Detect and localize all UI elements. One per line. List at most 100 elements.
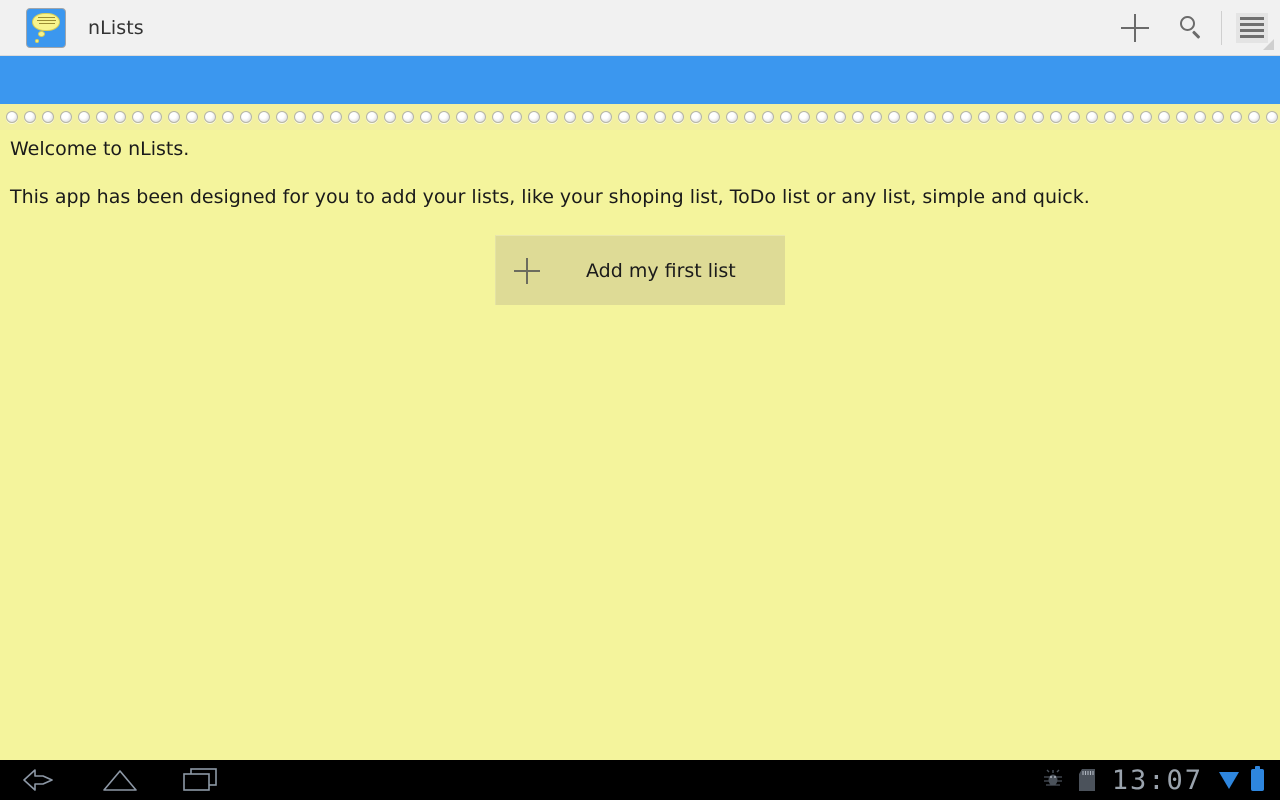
action-bar: nLists — [0, 0, 1280, 56]
recent-apps-icon — [182, 767, 218, 793]
app-description-text: This app has been designed for you to ad… — [10, 186, 1090, 208]
hole-punch — [528, 111, 540, 123]
back-button[interactable] — [0, 760, 80, 800]
thought-bubble-shape — [32, 12, 60, 31]
system-navigation-bar: 13:07 — [0, 760, 1280, 800]
search-icon — [1178, 15, 1204, 41]
battery-icon — [1251, 766, 1264, 791]
hole-punch — [564, 111, 576, 123]
hole-punch — [1014, 111, 1026, 123]
notepad-hole-punch-strip — [0, 104, 1280, 130]
hole-punch — [402, 111, 414, 123]
hole-punch — [42, 111, 54, 123]
action-bar-divider — [1221, 10, 1222, 45]
hole-punch — [204, 111, 216, 123]
hole-punch — [1122, 111, 1134, 123]
hole-punch — [258, 111, 270, 123]
hole-punch — [384, 111, 396, 123]
hamburger-menu-icon — [1236, 12, 1274, 50]
hole-punch — [906, 111, 918, 123]
hole-punch — [780, 111, 792, 123]
sd-card-icon — [1078, 768, 1096, 792]
hole-punch — [834, 111, 846, 123]
hole-punch — [150, 111, 162, 123]
nlists-app-icon — [26, 7, 66, 48]
hole-punch — [1140, 111, 1152, 123]
hole-punch — [960, 111, 972, 123]
back-arrow-icon — [23, 769, 57, 791]
hole-punch — [816, 111, 828, 123]
add-first-list-label: Add my first list — [586, 259, 736, 282]
menu-corner-triangle-icon — [1263, 38, 1274, 50]
hole-punch — [654, 111, 666, 123]
hole-punch — [186, 111, 198, 123]
blue-header-strip — [0, 56, 1280, 104]
bubble-dot-small — [35, 38, 39, 43]
plus-icon — [1121, 13, 1149, 42]
bubble-dot-large — [38, 30, 45, 37]
add-list-action[interactable] — [1107, 0, 1163, 56]
hole-punch — [330, 111, 342, 123]
wifi-icon — [1219, 771, 1239, 789]
search-action[interactable] — [1163, 0, 1219, 56]
android-bug-icon — [1042, 769, 1064, 791]
hole-punch — [96, 111, 108, 123]
overflow-menu-action[interactable] — [1224, 0, 1280, 56]
home-button[interactable] — [80, 760, 160, 800]
hole-punch — [546, 111, 558, 123]
hole-punch — [1032, 111, 1044, 123]
hole-punch — [1176, 111, 1188, 123]
hole-punch — [798, 111, 810, 123]
hole-punch — [60, 111, 72, 123]
hole-punch — [690, 111, 702, 123]
hole-punch — [222, 111, 234, 123]
home-icon — [102, 769, 138, 791]
hole-punch — [672, 111, 684, 123]
plus-icon — [514, 257, 540, 284]
hole-punch — [366, 111, 378, 123]
status-icons-area[interactable]: 13:07 — [1028, 760, 1280, 800]
hole-punch — [870, 111, 882, 123]
hole-punch — [924, 111, 936, 123]
hole-punch — [24, 111, 36, 123]
hole-punch — [762, 111, 774, 123]
hole-punch — [582, 111, 594, 123]
hole-punch — [420, 111, 432, 123]
hole-punch — [618, 111, 630, 123]
hole-punch — [6, 111, 18, 123]
hole-punch — [1050, 111, 1062, 123]
hole-punch — [1230, 111, 1242, 123]
hole-punch — [942, 111, 954, 123]
hole-punch — [492, 111, 504, 123]
hole-punch — [1248, 111, 1260, 123]
welcome-heading: Welcome to nLists. — [10, 138, 190, 160]
hole-punch — [1194, 111, 1206, 123]
hole-punch — [348, 111, 360, 123]
hole-punch — [276, 111, 288, 123]
hole-punch — [636, 111, 648, 123]
hole-punch — [1068, 111, 1080, 123]
hole-punch — [708, 111, 720, 123]
hole-punch — [78, 111, 90, 123]
hole-punch — [1086, 111, 1098, 123]
hole-punch — [1212, 111, 1224, 123]
status-clock: 13:07 — [1111, 764, 1203, 796]
hole-punch — [312, 111, 324, 123]
hole-punch — [1266, 111, 1278, 123]
hole-punch — [726, 111, 738, 123]
hole-punch — [474, 111, 486, 123]
app-screen: nLists Welcome to nLists. This app has b… — [0, 0, 1280, 800]
hole-punch — [114, 111, 126, 123]
hole-punch — [744, 111, 756, 123]
hole-punch — [600, 111, 612, 123]
page-title: nLists — [88, 16, 144, 39]
hole-punch — [1158, 111, 1170, 123]
hole-punch — [168, 111, 180, 123]
hole-punch — [240, 111, 252, 123]
recents-button[interactable] — [160, 760, 240, 800]
hole-punch — [1104, 111, 1116, 123]
add-first-list-button[interactable]: Add my first list — [495, 235, 785, 305]
hole-punch — [978, 111, 990, 123]
hole-punch — [510, 111, 522, 123]
hole-punch — [852, 111, 864, 123]
